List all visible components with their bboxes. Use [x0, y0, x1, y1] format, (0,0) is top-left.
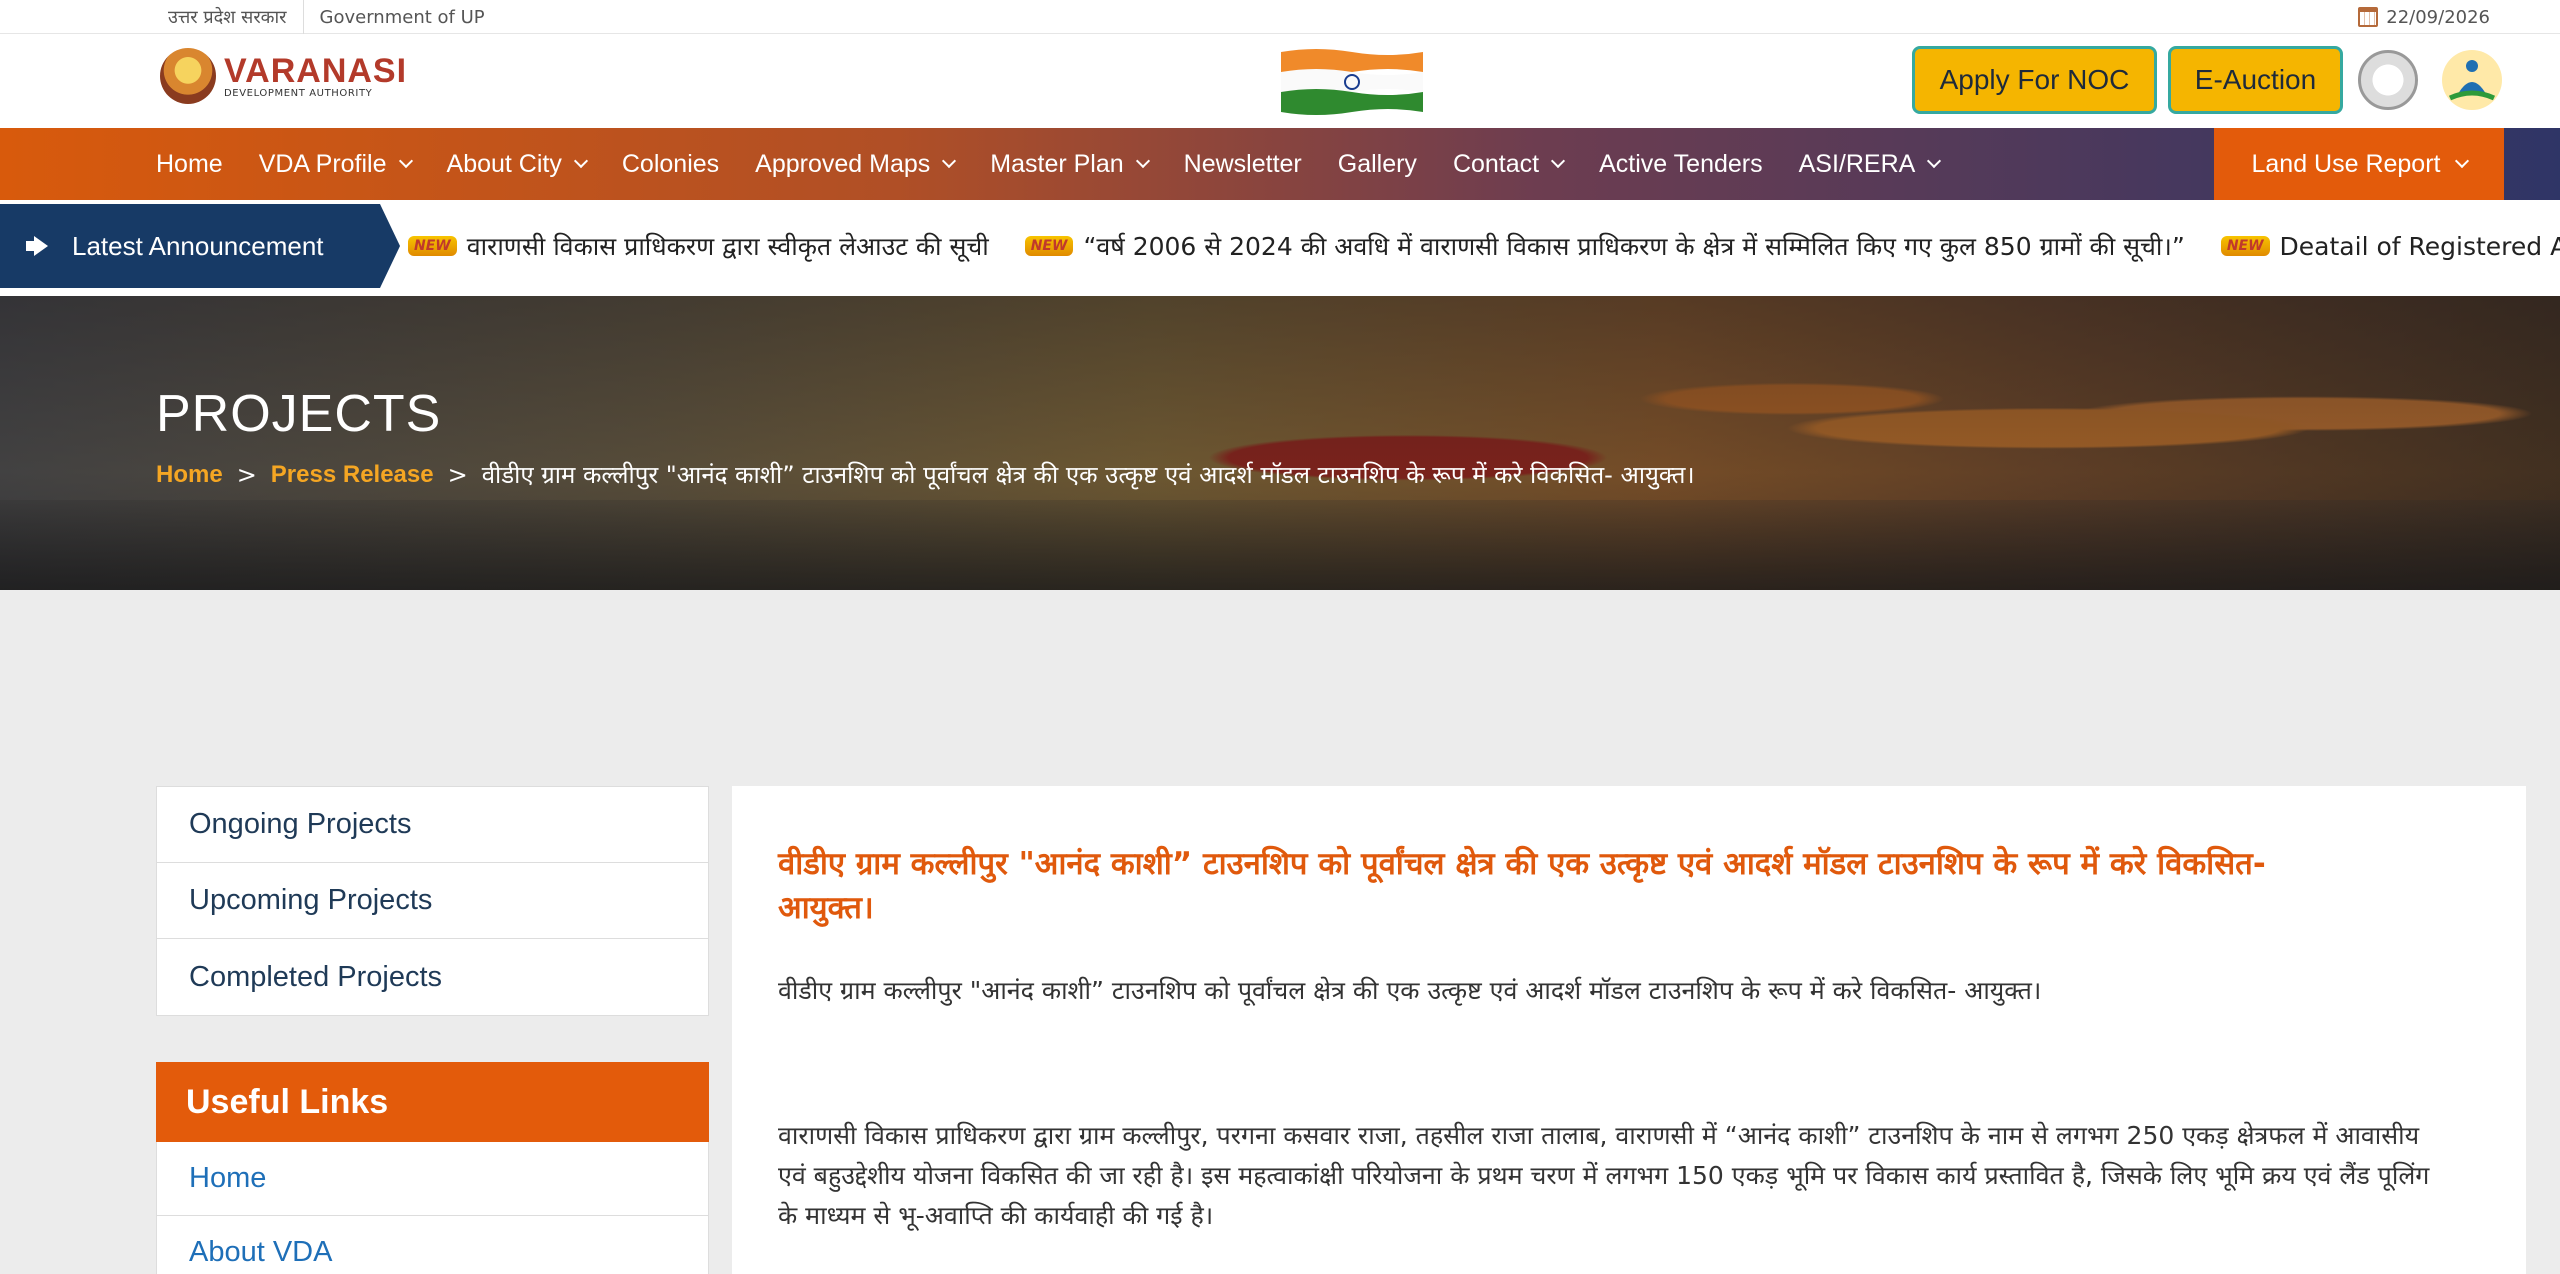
up-emblem-icon[interactable] [2358, 50, 2418, 110]
breadcrumb-current: वीडीए ग्राम कल्लीपुर "आनंद काशी” टाउनशिप… [481, 461, 1695, 489]
useful-links-heading: Useful Links [156, 1062, 709, 1142]
india-flag-icon [1281, 49, 1423, 115]
nav-item-label: Contact [1452, 149, 1540, 178]
projects-menu: Ongoing Projects Upcoming Projects Compl… [156, 786, 709, 1016]
article-paragraph: वाराणसी विकास प्राधिकरण द्वारा ग्राम कल्… [778, 1121, 2430, 1230]
nav-item-home[interactable]: Home [156, 150, 223, 179]
breadcrumb-home[interactable]: Home [156, 461, 223, 489]
megaphone-icon [26, 236, 52, 256]
new-badge: NEW [1024, 236, 1074, 256]
sidebar-item-completed-projects[interactable]: Completed Projects [157, 939, 708, 1015]
chevron-down-icon [2454, 153, 2469, 169]
chevron-down-icon [573, 153, 588, 169]
page-hero: PROJECTS Home > Press Release > वीडीए ग्… [0, 296, 2560, 590]
new-badge: NEW [2220, 236, 2270, 256]
nav-item-active-tenders[interactable]: Active Tenders [1599, 150, 1763, 179]
breadcrumb: Home > Press Release > वीडीए ग्राम कल्ली… [156, 458, 1695, 491]
nav-item-gallery[interactable]: Gallery [1338, 150, 1417, 179]
announcement-label-text: Latest Announcement [72, 230, 324, 261]
apply-noc-button[interactable]: Apply For NOC [1912, 46, 2157, 114]
main-nav: Home VDA Profile About City Colonies Approve… [0, 128, 2560, 200]
divider [302, 0, 304, 34]
land-use-report-button[interactable]: Land Use Report [2214, 128, 2504, 200]
chevron-down-icon [1927, 153, 1942, 169]
calendar-icon [2358, 7, 2379, 27]
announcement-bar: Latest Announcement NEW वाराणसी विकास प्… [0, 200, 2560, 296]
nav-item-vda-profile[interactable]: VDA Profile [258, 149, 413, 179]
top-strip: उत्तर प्रदेश सरकार Government of UP 22/0… [0, 0, 2560, 34]
nav-item-contact[interactable]: Contact [1452, 149, 1566, 179]
nav-item-label: Active Tenders [1599, 149, 1763, 178]
sidebar-item-upcoming-projects[interactable]: Upcoming Projects [157, 863, 708, 939]
nav-item-about-city[interactable]: About City [446, 149, 588, 179]
chevron-down-icon [1135, 153, 1150, 169]
nav-item-master-plan[interactable]: Master Plan [990, 149, 1150, 179]
announcement-ticker: NEW वाराणसी विकास प्राधिकरण द्वारा स्वीक… [400, 204, 2560, 288]
date-text: 22/09/2026 [2386, 6, 2490, 28]
useful-link-about-vda[interactable]: About VDA [157, 1216, 708, 1274]
vda-logo[interactable]: VARANASI DEVELOPMENT AUTHORITY [160, 48, 407, 104]
nav-item-label: Colonies [621, 149, 720, 178]
vda-emblem-icon [160, 48, 216, 104]
yoga-icon[interactable] [2440, 48, 2504, 112]
sidebar-item-ongoing-projects[interactable]: Ongoing Projects [157, 787, 708, 863]
announcement-item-1[interactable]: वाराणसी विकास प्राधिकरण द्वारा स्वीकृत ल… [467, 229, 989, 263]
nav-item-label: Approved Maps [755, 149, 931, 178]
breadcrumb-separator: > [236, 460, 257, 489]
nav-item-label: VDA Profile [258, 149, 387, 178]
site-header: VARANASI DEVELOPMENT AUTHORITY Apply For… [0, 34, 2560, 128]
nav-item-label: Gallery [1337, 149, 1417, 178]
breadcrumb-separator: > [447, 460, 468, 489]
article-subtitle: वीडीए ग्राम कल्लीपुर "आनंद काशी” टाउनशिप… [778, 976, 2042, 1005]
state-hindi-link[interactable]: उत्तर प्रदेश सरकार [168, 5, 287, 29]
page-title: PROJECTS [156, 385, 442, 443]
useful-links-list: Home About VDA [156, 1142, 709, 1274]
article-title: वीडीए ग्राम कल्लीपुर "आनंद काशी” टाउनशिप… [778, 846, 2266, 926]
nav-item-label: Newsletter [1183, 149, 1302, 178]
new-badge: NEW [408, 236, 457, 256]
government-link[interactable]: Government of UP [320, 7, 485, 28]
nav-item-approved-maps[interactable]: Approved Maps [755, 149, 957, 179]
nav-item-label: About City [446, 149, 562, 178]
nav-item-newsletter[interactable]: Newsletter [1184, 150, 1302, 179]
chevron-down-icon [942, 153, 957, 169]
chevron-down-icon [398, 153, 413, 169]
chevron-down-icon [1551, 153, 1566, 169]
useful-link-home[interactable]: Home [157, 1142, 708, 1216]
date-display: 22/09/2026 [2358, 0, 2490, 34]
announcement-item-2[interactable]: “वर्ष 2006 से 2024 की अवधि में वाराणसी व… [1083, 229, 2184, 263]
announcement-item-3[interactable]: Deatail of Registered Architects [2280, 232, 2560, 261]
nav-item-colonies[interactable]: Colonies [622, 150, 719, 179]
land-use-label: Land Use Report [2251, 149, 2441, 178]
nav-item-asi-rera[interactable]: ASI/RERA [1798, 149, 1942, 179]
breadcrumb-press-release[interactable]: Press Release [271, 461, 434, 489]
announcement-label: Latest Announcement [0, 204, 400, 288]
logo-title: VARANASI [224, 51, 408, 90]
nav-item-label: Master Plan [990, 149, 1124, 178]
article-content: वीडीए ग्राम कल्लीपुर "आनंद काशी” टाउनशिप… [732, 786, 2526, 1274]
nav-item-label: Home [156, 149, 223, 178]
nav-item-label: ASI/RERA [1798, 149, 1916, 178]
e-auction-button[interactable]: E-Auction [2168, 46, 2343, 114]
hero-water-decoration [0, 500, 2560, 590]
